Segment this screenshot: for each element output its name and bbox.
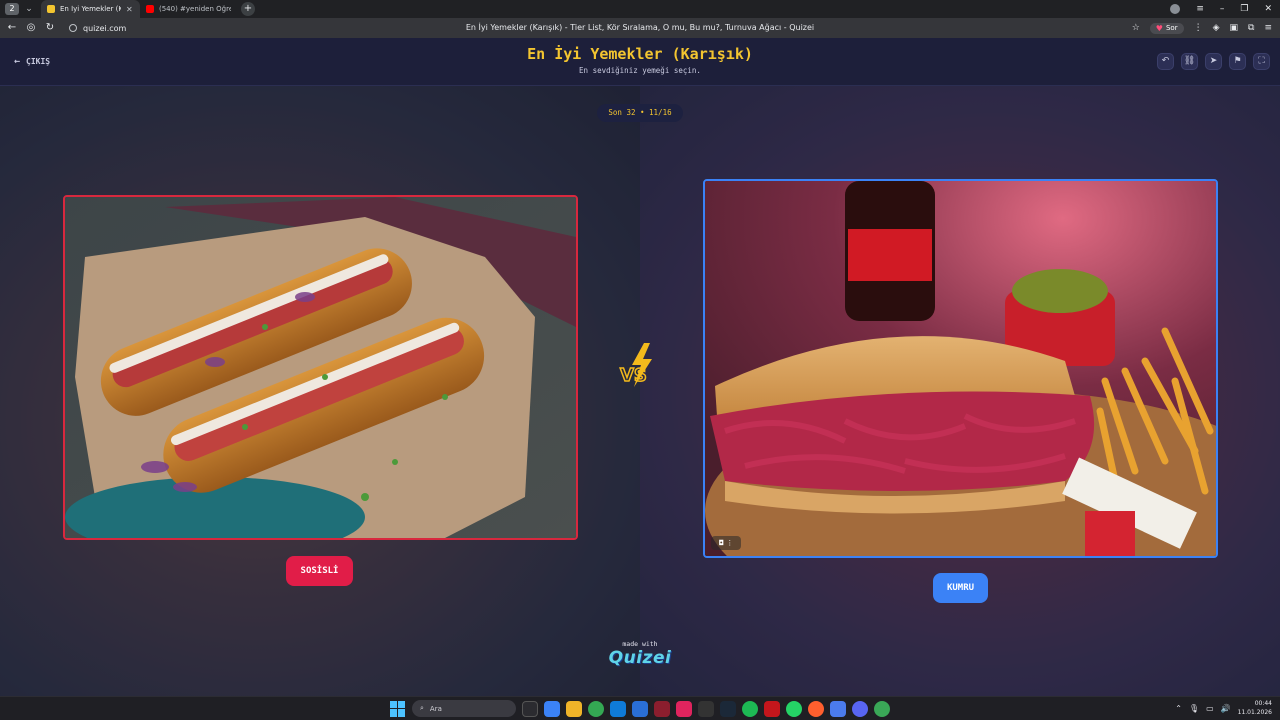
- task-view-icon[interactable]: [522, 700, 538, 717]
- taskbar: ⌕ Ara ⌃ 🎙 ▭ 🔊 00:44 11.01.2026: [0, 696, 1280, 720]
- address-bar-tools: ☆ ♥ Sor ⋮ ◈ ▣ ⧉ ≡: [1132, 18, 1272, 38]
- clock[interactable]: 00:44 11.01.2026: [1238, 699, 1272, 717]
- discord-icon[interactable]: [852, 700, 868, 717]
- app-icon-green[interactable]: [874, 700, 890, 717]
- volume-icon[interactable]: 🔊: [1221, 704, 1231, 713]
- choose-right-button[interactable]: KUMRU: [933, 573, 988, 603]
- whatsapp-icon[interactable]: [786, 700, 802, 717]
- site-info-icon[interactable]: [69, 24, 77, 32]
- settings-menu-icon[interactable]: ≡: [1264, 23, 1272, 33]
- window-controls: ≡ – ❐ ✕: [1170, 0, 1272, 18]
- round-indicator: Son 32 • 11/16: [597, 104, 683, 122]
- youtube-favicon-icon: [146, 5, 154, 13]
- epic-games-icon[interactable]: [698, 700, 714, 717]
- quizei-logo: Quizei: [608, 648, 672, 668]
- header-tools: ↶ ⛓ ➤ ⚑ ⛶: [1157, 53, 1270, 70]
- browser-menu-icon[interactable]: ≡: [1196, 4, 1204, 14]
- quiz-title: En İyi Yemekler (Karışık): [527, 45, 753, 63]
- lightning-vs-icon: VS: [619, 343, 652, 387]
- page-title: En İyi Yemekler (Karışık) - Tier List, K…: [465, 23, 815, 32]
- app-icon-blue[interactable]: [830, 700, 846, 717]
- clock-time: 00:44: [1254, 700, 1272, 707]
- clock-date: 11.01.2026: [1237, 709, 1272, 716]
- steam-icon[interactable]: [720, 700, 736, 717]
- tab-youtube[interactable]: (540) #yeniden Öğretmen: [140, 0, 237, 18]
- system-tray: ⌃ 🎙 ▭ 🔊 00:44 11.01.2026: [1175, 699, 1272, 717]
- bookmark-icon[interactable]: ☆: [1132, 23, 1140, 33]
- tab-list-chevron-icon[interactable]: ⌄: [23, 3, 35, 15]
- yandex-browser-icon[interactable]: [808, 700, 824, 717]
- mail-icon[interactable]: [632, 700, 648, 717]
- file-explorer-icon[interactable]: [566, 700, 582, 717]
- reload-icon[interactable]: ↻: [43, 21, 57, 35]
- quiz-app: ← ÇIKIŞ En İyi Yemekler (Karışık) En sev…: [0, 38, 1280, 696]
- ask-ai-button[interactable]: ♥ Sor: [1149, 22, 1184, 34]
- copilot-icon[interactable]: [544, 700, 560, 717]
- app-icon-red[interactable]: [654, 700, 670, 717]
- vs-text: VS: [620, 365, 647, 386]
- app-icon-pink[interactable]: [676, 700, 692, 717]
- quizei-favicon-icon: [47, 5, 55, 13]
- ask-ai-label: Sor: [1165, 24, 1178, 32]
- browser-tab-bar: 2 ⌄ En İyi Yemekler (Karışık ✕ (540) #ye…: [0, 0, 1280, 18]
- shield-icon[interactable]: ◎: [24, 21, 38, 35]
- spotify-icon[interactable]: [742, 700, 758, 717]
- tab-close-icon[interactable]: ✕: [126, 5, 134, 14]
- tab-title: En İyi Yemekler (Karışık: [60, 5, 121, 13]
- tab-title: (540) #yeniden Öğretmen: [159, 5, 231, 13]
- right-choice-card[interactable]: ◘ ⋮: [703, 179, 1218, 558]
- url-field[interactable]: quizei.com: [69, 24, 126, 33]
- tray-chevron-icon[interactable]: ⌃: [1175, 704, 1182, 713]
- quiz-subtitle: En sevdiğiniz yemeği seçin.: [579, 66, 701, 75]
- chrome-icon[interactable]: [588, 700, 604, 717]
- taskbar-search[interactable]: ⌕ Ara: [412, 700, 516, 717]
- new-tab-button[interactable]: +: [241, 2, 255, 16]
- kumru-image: [705, 181, 1216, 556]
- extension-icon[interactable]: ◈: [1213, 23, 1220, 33]
- quiz-header: ← ÇIKIŞ En İyi Yemekler (Karışık) En sev…: [0, 38, 1280, 86]
- share-icon[interactable]: ➤: [1205, 53, 1222, 70]
- search-placeholder: Ara: [429, 704, 442, 713]
- made-with-badge[interactable]: made with Quizei: [600, 640, 680, 668]
- back-icon[interactable]: ←: [5, 21, 19, 35]
- undo-icon[interactable]: ↶: [1157, 53, 1174, 70]
- browser-profile-icon[interactable]: 2: [5, 3, 19, 15]
- store-icon[interactable]: [610, 700, 626, 717]
- link-icon[interactable]: ⛓: [1181, 53, 1198, 70]
- more-icon[interactable]: ⋮: [1194, 23, 1203, 33]
- microphone-icon[interactable]: 🎙: [1189, 704, 1199, 713]
- app-icon-dark-red[interactable]: [764, 700, 780, 717]
- network-icon[interactable]: ▭: [1206, 704, 1214, 713]
- address-bar: ← ◎ ↻ quizei.com En İyi Yemekler (Karışı…: [0, 18, 1280, 38]
- fullscreen-icon[interactable]: ⛶: [1253, 53, 1270, 70]
- url-text: quizei.com: [83, 23, 127, 33]
- sosisli-image: [65, 197, 576, 538]
- choose-left-button[interactable]: SOSİSLİ: [286, 556, 353, 586]
- made-with-label: made with: [622, 640, 658, 648]
- restore-icon[interactable]: ❐: [1240, 4, 1248, 14]
- flag-icon[interactable]: ⚑: [1229, 53, 1246, 70]
- wallet-icon[interactable]: ▣: [1230, 23, 1239, 33]
- camera-icon[interactable]: ◘ ⋮: [711, 536, 741, 550]
- account-avatar[interactable]: [1170, 4, 1181, 14]
- left-choice-card[interactable]: [63, 195, 578, 540]
- windows-start-icon[interactable]: [390, 700, 406, 717]
- close-window-icon[interactable]: ✕: [1264, 4, 1272, 14]
- minimize-icon[interactable]: –: [1220, 4, 1225, 14]
- search-icon: ⌕: [420, 704, 424, 712]
- vs-badge: VS: [616, 343, 666, 387]
- tab-quizei[interactable]: En İyi Yemekler (Karışık ✕: [41, 0, 140, 18]
- heart-icon: ♥: [1155, 23, 1163, 33]
- taskbar-apps: ⌕ Ara: [390, 700, 890, 717]
- collections-icon[interactable]: ⧉: [1248, 23, 1254, 33]
